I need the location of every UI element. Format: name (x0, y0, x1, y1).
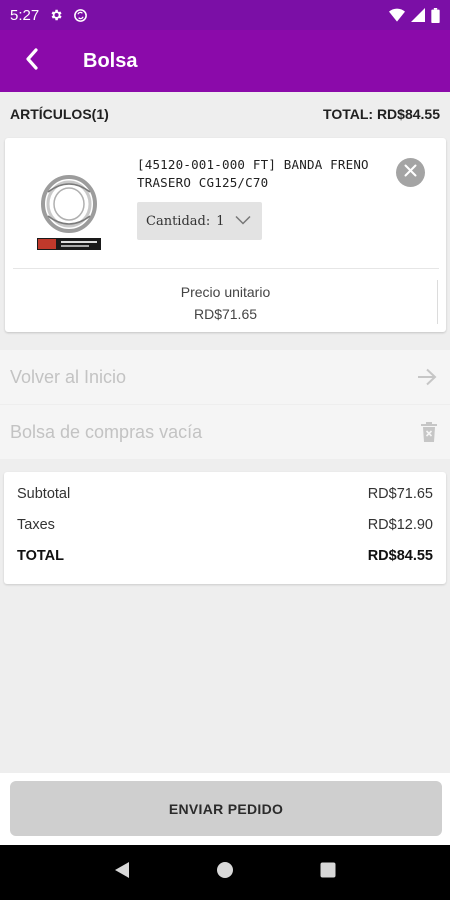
status-time: 5:27 (10, 6, 40, 24)
cart-item-card: [45120-001-000 FT] BANDA FRENO TRASERO C… (5, 138, 446, 332)
items-count-label: ARTÍCULOS(1) (10, 106, 109, 122)
chevron-left-icon (25, 47, 39, 75)
arrow-right-icon (417, 368, 437, 386)
total-row: TOTAL RD$84.55 (17, 548, 433, 579)
totals-card: Subtotal RD$71.65 Taxes RD$12.90 TOTAL R… (4, 472, 446, 584)
system-nav-bar (0, 845, 450, 900)
sync-icon (73, 8, 88, 23)
unit-price-label: Precio unitario (180, 284, 271, 300)
wifi-icon (389, 8, 405, 22)
status-bar: 5:27 (0, 0, 450, 30)
taxes-value: RD$12.90 (367, 517, 433, 533)
status-left: 5:27 (10, 7, 88, 24)
total-value: RD$84.55 (367, 548, 433, 564)
cart-summary-header: ARTÍCULOS(1) TOTAL: RD$84.55 (0, 92, 450, 136)
settings-icon (49, 8, 63, 22)
back-to-home-button[interactable]: Volver al Inicio (0, 350, 450, 404)
subtotal-row: Subtotal RD$71.65 (17, 486, 433, 517)
subtotal-label: Subtotal (17, 486, 71, 502)
page-title: Bolsa (83, 49, 138, 72)
nav-back-button[interactable] (102, 853, 142, 893)
quantity-label: Cantidad: (146, 213, 211, 229)
back-button[interactable] (0, 30, 64, 92)
bottom-panel: ENVIAR PEDIDO (0, 773, 450, 845)
card-divider (13, 268, 439, 269)
product-image (31, 172, 111, 254)
quantity-select[interactable]: Cantidad: 1 (137, 202, 262, 240)
unit-price-value: RD$71.65 (193, 306, 258, 322)
nav-home-button[interactable] (205, 853, 245, 893)
square-recents-icon (320, 862, 336, 883)
circle-home-icon (216, 861, 234, 884)
signal-icon (411, 8, 425, 22)
total-label: TOTAL (17, 548, 64, 564)
taxes-label: Taxes (17, 517, 55, 533)
remove-item-button[interactable] (396, 158, 425, 187)
product-name: [45120-001-000 FT] BANDA FRENO TRASERO C… (137, 157, 369, 190)
battery-icon (431, 7, 440, 23)
empty-cart-button[interactable]: Bolsa de compras vacía (0, 405, 450, 459)
subtotal-value: RD$71.65 (367, 486, 433, 502)
app-bar: Bolsa (0, 30, 450, 92)
taxes-row: Taxes RD$12.90 (17, 517, 433, 548)
close-icon (404, 164, 417, 182)
back-to-home-label: Volver al Inicio (10, 366, 127, 387)
nav-recents-button[interactable] (308, 853, 348, 893)
header-total-label: TOTAL: RD$84.55 (323, 106, 440, 122)
chevron-down-icon (234, 214, 251, 229)
trash-icon (421, 422, 437, 442)
status-right (389, 7, 440, 23)
quantity-value: 1 (216, 213, 225, 229)
submit-order-button[interactable]: ENVIAR PEDIDO (10, 781, 442, 836)
empty-cart-label: Bolsa de compras vacía (10, 421, 203, 442)
triangle-back-icon (114, 861, 130, 884)
